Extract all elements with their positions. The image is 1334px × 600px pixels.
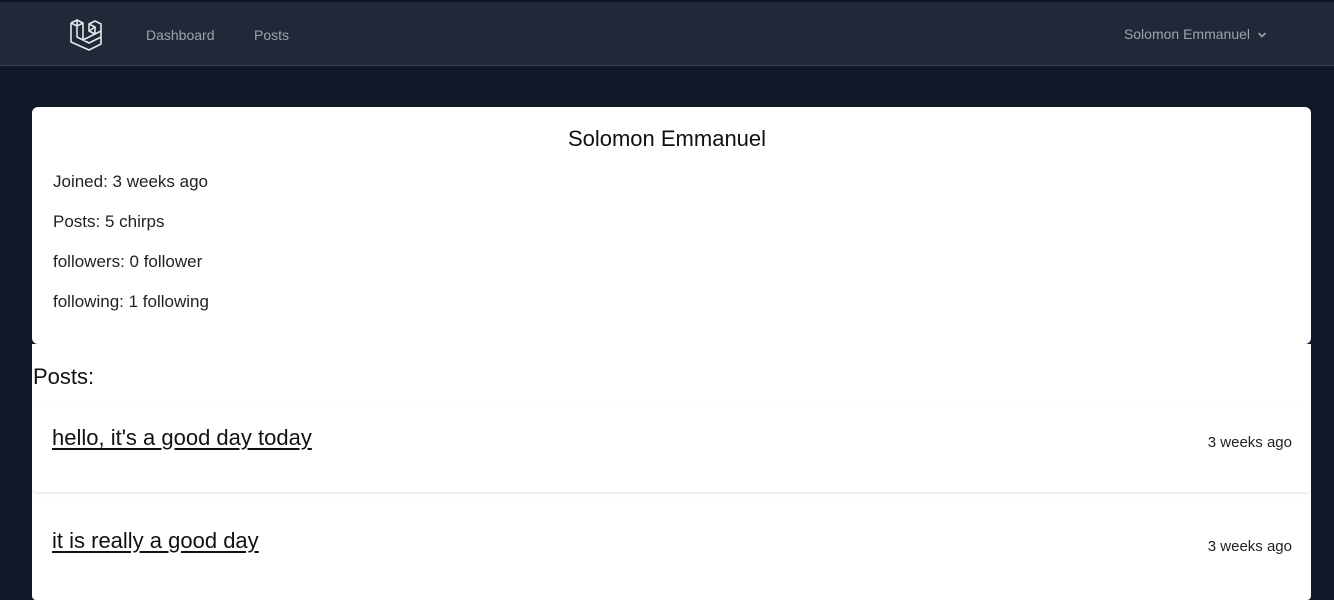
profile-joined: Joined: 3 weeks ago — [53, 172, 208, 191]
profile-following: following: 1 following — [53, 292, 209, 311]
post-card: hello, it's a good day today 3 weeks ago — [32, 407, 1311, 492]
post-timestamp: 3 weeks ago — [1207, 434, 1292, 451]
user-menu-dropdown[interactable]: Solomon Emmanuel — [1124, 26, 1268, 42]
nav-link-posts[interactable]: Posts — [254, 27, 289, 43]
top-navigation-bar: Dashboard Posts Solomon Emmanuel — [0, 0, 1334, 66]
post-title-link[interactable]: hello, it's a good day today — [52, 425, 312, 451]
posts-heading: Posts: — [33, 364, 95, 389]
profile-followers: followers: 0 follower — [53, 252, 203, 271]
profile-name: Solomon Emmanuel — [567, 126, 767, 151]
post-card: it is really a good day 3 weeks ago — [32, 500, 1311, 600]
nav-link-dashboard[interactable]: Dashboard — [146, 27, 215, 43]
post-timestamp: 3 weeks ago — [1207, 538, 1292, 555]
chevron-down-icon — [1256, 28, 1268, 40]
laravel-logo-icon[interactable] — [68, 17, 104, 53]
profile-post-count: Posts: 5 chirps — [53, 212, 165, 231]
post-title-link[interactable]: it is really a good day — [52, 528, 259, 554]
user-menu-name: Solomon Emmanuel — [1123, 26, 1250, 42]
